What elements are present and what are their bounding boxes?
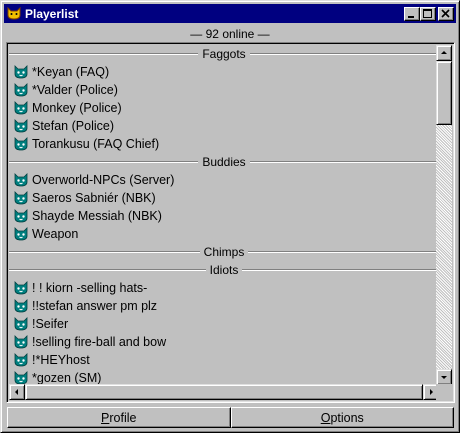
profile-button-accel: P	[101, 410, 110, 425]
group-header[interactable]: Chimps	[9, 243, 439, 261]
player-head-icon	[13, 352, 29, 368]
player-name: ! ! kiorn -selling hats-	[32, 281, 148, 295]
options-button[interactable]: Options	[230, 407, 454, 428]
profile-button-label: rofile	[109, 410, 137, 425]
player-head-icon	[13, 316, 29, 332]
vertical-scrollbar[interactable]	[436, 45, 452, 385]
playerlist-window: Playerlist — 92 online — Faggots *Keyan (…	[0, 0, 460, 433]
player-head-icon	[13, 190, 29, 206]
player-head-icon	[13, 136, 29, 152]
player-row[interactable]: Stefan (Police)	[9, 117, 439, 135]
player-name: Stefan (Police)	[32, 119, 114, 133]
player-name: !selling fire-ball and bow	[32, 335, 167, 349]
player-name: Overworld-NPCs (Server)	[32, 173, 175, 187]
player-name: Shayde Messiah (NBK)	[32, 209, 162, 223]
maximize-button[interactable]	[420, 6, 436, 21]
group-name: Chimps	[199, 245, 249, 259]
player-name: *Valder (Police)	[32, 83, 118, 97]
player-name: *Keyan (FAQ)	[32, 65, 110, 79]
horizontal-scroll-thumb[interactable]	[25, 384, 423, 400]
player-head-icon	[13, 334, 29, 350]
player-row[interactable]: Monkey (Police)	[9, 99, 439, 117]
player-name: *gozen (SM)	[32, 371, 102, 385]
horizontal-scrollbar[interactable]	[9, 384, 439, 400]
cat-face-icon[interactable]	[6, 6, 22, 22]
player-row[interactable]: *Valder (Police)	[9, 81, 439, 99]
player-head-icon	[13, 226, 29, 242]
group-header[interactable]: Idiots	[9, 261, 439, 279]
player-name: !!stefan answer pm plz	[32, 299, 158, 313]
player-name: !Seifer	[32, 317, 69, 331]
player-head-icon	[13, 280, 29, 296]
vertical-scroll-thumb[interactable]	[436, 61, 452, 125]
player-name: Monkey (Police)	[32, 101, 122, 115]
player-row[interactable]: Torankusu (FAQ Chief)	[9, 135, 439, 153]
group-name: Faggots	[198, 47, 250, 61]
group-name: Idiots	[205, 263, 243, 277]
group-header[interactable]: Buddies	[9, 153, 439, 171]
player-row[interactable]: Weapon	[9, 225, 439, 243]
player-row[interactable]: !selling fire-ball and bow	[9, 333, 439, 351]
player-row[interactable]: !!stefan answer pm plz	[9, 297, 439, 315]
player-head-icon	[13, 100, 29, 116]
player-row[interactable]: *gozen (SM)	[9, 369, 439, 385]
profile-button[interactable]: Profile	[7, 407, 231, 428]
player-row[interactable]: !Seifer	[9, 315, 439, 333]
player-row[interactable]: Shayde Messiah (NBK)	[9, 207, 439, 225]
options-button-label: ptions	[330, 410, 364, 425]
scroll-down-button[interactable]	[436, 369, 452, 385]
player-head-icon	[13, 208, 29, 224]
minimize-button[interactable]	[404, 6, 420, 21]
title-bar[interactable]: Playerlist	[4, 4, 456, 23]
group-header[interactable]: Faggots	[9, 45, 439, 63]
player-list[interactable]: Faggots *Keyan (FAQ) *Valder (Police) Monke…	[6, 42, 455, 403]
player-row[interactable]: ! ! kiorn -selling hats-	[9, 279, 439, 297]
player-row[interactable]: Saeros Sabniér (NBK)	[9, 189, 439, 207]
player-head-icon	[13, 82, 29, 98]
player-row[interactable]: Overworld-NPCs (Server)	[9, 171, 439, 189]
close-button[interactable]	[438, 6, 454, 21]
group-name: Buddies	[198, 155, 250, 169]
player-list-content: Faggots *Keyan (FAQ) *Valder (Police) Monke…	[9, 45, 439, 385]
player-name: Saeros Sabniér (NBK)	[32, 191, 156, 205]
player-name: Torankusu (FAQ Chief)	[32, 137, 160, 151]
player-head-icon	[13, 64, 29, 80]
scroll-left-button[interactable]	[9, 384, 25, 400]
player-row[interactable]: !*HEYhost	[9, 351, 439, 369]
player-row[interactable]: *Keyan (FAQ)	[9, 63, 439, 81]
player-head-icon	[13, 370, 29, 385]
scrollbar-corner	[436, 384, 452, 400]
options-button-accel: O	[320, 410, 331, 425]
player-head-icon	[13, 118, 29, 134]
player-head-icon	[13, 298, 29, 314]
player-name: !*HEYhost	[32, 353, 90, 367]
player-name: Weapon	[32, 227, 79, 241]
window-title: Playerlist	[25, 6, 79, 21]
scroll-up-button[interactable]	[436, 45, 452, 61]
player-head-icon	[13, 172, 29, 188]
online-count: — 92 online —	[190, 26, 270, 41]
